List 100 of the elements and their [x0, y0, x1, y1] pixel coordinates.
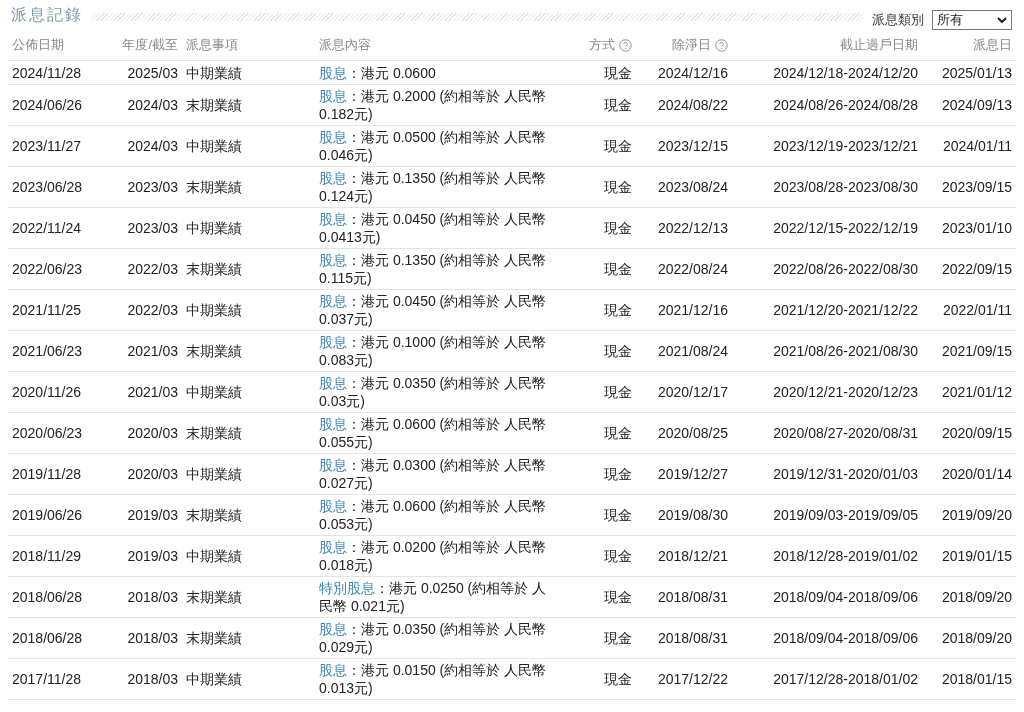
ex-date-cell: 2020/12/17	[636, 371, 732, 413]
dividend-type-link[interactable]: 股息	[319, 539, 347, 555]
method-cell: 現金	[560, 617, 636, 659]
dividend-type-link[interactable]: 股息	[319, 211, 347, 227]
dividend-item-cell: 末期業績	[182, 84, 315, 126]
book-close-cell: 2018/12/28-2019/01/02	[732, 535, 922, 577]
pay-date-cell: 2021/01/12	[922, 371, 1016, 413]
dividend-item-cell: 中期業績	[182, 371, 315, 413]
year-end-cell: 2023/03	[110, 166, 182, 208]
dividend-item-cell: 末期業績	[182, 617, 315, 659]
dividend-item-cell: 中期業績	[182, 289, 315, 331]
pay-date-cell: 2023/09/15	[922, 166, 1016, 208]
announce-date-cell: 2017/11/28	[8, 658, 110, 700]
announce-date-cell: 2023/06/28	[8, 166, 110, 208]
dividend-type-link[interactable]: 股息	[319, 252, 347, 268]
dividend-item-cell: 中期業績	[182, 453, 315, 495]
ex-date-cell: 2023/08/24	[636, 166, 732, 208]
ex-date-cell: 2018/12/21	[636, 535, 732, 577]
year-end-cell: 2021/03	[110, 330, 182, 372]
filter-label: 派息類別	[872, 11, 924, 29]
ex-date-cell: 2018/08/31	[636, 576, 732, 618]
announce-date-cell: 2018/06/28	[8, 576, 110, 618]
dividend-type-link[interactable]: 股息	[319, 129, 347, 145]
dividend-item-cell: 末期業績	[182, 494, 315, 536]
dividend-type-link[interactable]: 股息	[319, 416, 347, 432]
dividend-item-cell: 末期業績	[182, 166, 315, 208]
dividend-type-link[interactable]: 股息	[319, 293, 347, 309]
dividend-type-link[interactable]: 股息	[319, 170, 347, 186]
ex-date-cell: 2022/12/13	[636, 207, 732, 249]
method-cell: 現金	[560, 576, 636, 618]
book-close-cell: 2019/12/31-2020/01/03	[732, 453, 922, 495]
announce-date-cell: 2023/11/27	[8, 125, 110, 167]
dividend-type-link[interactable]: 股息	[319, 621, 347, 637]
book-close-cell: 2020/08/27-2020/08/31	[732, 412, 922, 454]
announce-date-cell: 2022/11/24	[8, 207, 110, 249]
year-end-cell: 2020/03	[110, 453, 182, 495]
book-close-cell: 2024/12/18-2024/12/20	[732, 60, 922, 85]
dividend-type-link[interactable]: 股息	[319, 498, 347, 514]
dividend-type-link[interactable]: 股息	[319, 457, 347, 473]
method-cell: 現金	[560, 412, 636, 454]
book-close-cell: 2022/12/15-2022/12/19	[732, 207, 922, 249]
column-header: 截止過戶日期	[840, 36, 918, 54]
dividend-item-cell: 中期業績	[182, 60, 315, 85]
dividend-detail: 股息：港元 0.0350 (約相等於 人民幣 0.03元)	[319, 375, 547, 409]
year-end-cell: 2018/03	[110, 658, 182, 700]
year-end-cell: 2024/03	[110, 125, 182, 167]
ex-date-cell: 2021/12/16	[636, 289, 732, 331]
pay-date-cell: 2019/09/20	[922, 494, 1016, 536]
method-cell: 現金	[560, 371, 636, 413]
announce-date-cell: 2020/06/23	[8, 412, 110, 454]
pay-date-cell: 2020/09/15	[922, 412, 1016, 454]
method-cell: 現金	[560, 494, 636, 536]
column-header: 公佈日期	[12, 36, 64, 54]
year-end-cell: 2022/03	[110, 248, 182, 290]
year-end-cell: 2019/03	[110, 535, 182, 577]
dividend-type-link[interactable]: 股息	[319, 375, 347, 391]
column-header: 派息日	[973, 36, 1012, 54]
help-icon[interactable]	[619, 38, 632, 52]
announce-date-cell: 2020/11/26	[8, 371, 110, 413]
announce-date-cell: 2024/06/26	[8, 84, 110, 126]
dividend-detail: 股息：港元 0.1350 (約相等於 人民幣 0.115元)	[319, 252, 547, 286]
year-end-cell: 2023/03	[110, 207, 182, 249]
book-close-cell: 2021/08/26-2021/08/30	[732, 330, 922, 372]
pay-date-cell: 2021/09/15	[922, 330, 1016, 372]
dividend-item-cell: 末期業績	[182, 248, 315, 290]
year-end-cell: 2021/03	[110, 371, 182, 413]
announce-date-cell: 2021/11/25	[8, 289, 110, 331]
dividend-detail: 股息：港元 0.1000 (約相等於 人民幣 0.083元)	[319, 334, 547, 368]
year-end-cell: 2024/03	[110, 84, 182, 126]
announce-date-cell: 2019/06/26	[8, 494, 110, 536]
announce-date-cell: 2018/11/29	[8, 535, 110, 577]
filter-select[interactable]: 所有	[932, 10, 1012, 30]
pay-date-cell: 2024/09/13	[922, 84, 1016, 126]
dividend-item-cell: 末期業績	[182, 576, 315, 618]
book-close-cell: 2021/12/20-2021/12/22	[732, 289, 922, 331]
ex-date-cell: 2018/08/31	[636, 617, 732, 659]
dividend-detail: 股息：港元 0.2000 (約相等於 人民幣 0.182元)	[319, 88, 547, 122]
dividend-detail: 股息：港元 0.0200 (約相等於 人民幣 0.018元)	[319, 539, 547, 573]
dividend-item-cell: 中期業績	[182, 535, 315, 577]
dividend-type-link[interactable]: 特別股息	[319, 580, 375, 596]
pay-date-cell: 2018/01/15	[922, 658, 1016, 700]
dividend-detail: 股息：港元 0.0300 (約相等於 人民幣 0.027元)	[319, 457, 547, 491]
book-close-cell: 2017/12/28-2018/01/02	[732, 658, 922, 700]
dividend-type-link[interactable]: 股息	[319, 662, 347, 678]
dividend-detail: 股息：港元 0.0350 (約相等於 人民幣 0.029元)	[319, 621, 547, 655]
ex-date-cell: 2017/12/22	[636, 658, 732, 700]
method-cell: 現金	[560, 207, 636, 249]
dividend-detail: 股息：港元 0.1350 (約相等於 人民幣 0.124元)	[319, 170, 547, 204]
method-cell: 現金	[560, 289, 636, 331]
pay-date-cell: 2023/01/10	[922, 207, 1016, 249]
announce-date-cell: 2024/11/28	[8, 60, 110, 85]
dividend-type-link[interactable]: 股息	[319, 64, 347, 81]
year-end-cell: 2019/03	[110, 494, 182, 536]
ex-date-cell: 2020/08/25	[636, 412, 732, 454]
dividend-type-link[interactable]: 股息	[319, 88, 347, 104]
pay-date-cell: 2018/09/20	[922, 576, 1016, 618]
ex-date-cell: 2023/12/15	[636, 125, 732, 167]
year-end-cell: 2020/03	[110, 412, 182, 454]
help-icon[interactable]	[715, 38, 728, 52]
dividend-type-link[interactable]: 股息	[319, 334, 347, 350]
